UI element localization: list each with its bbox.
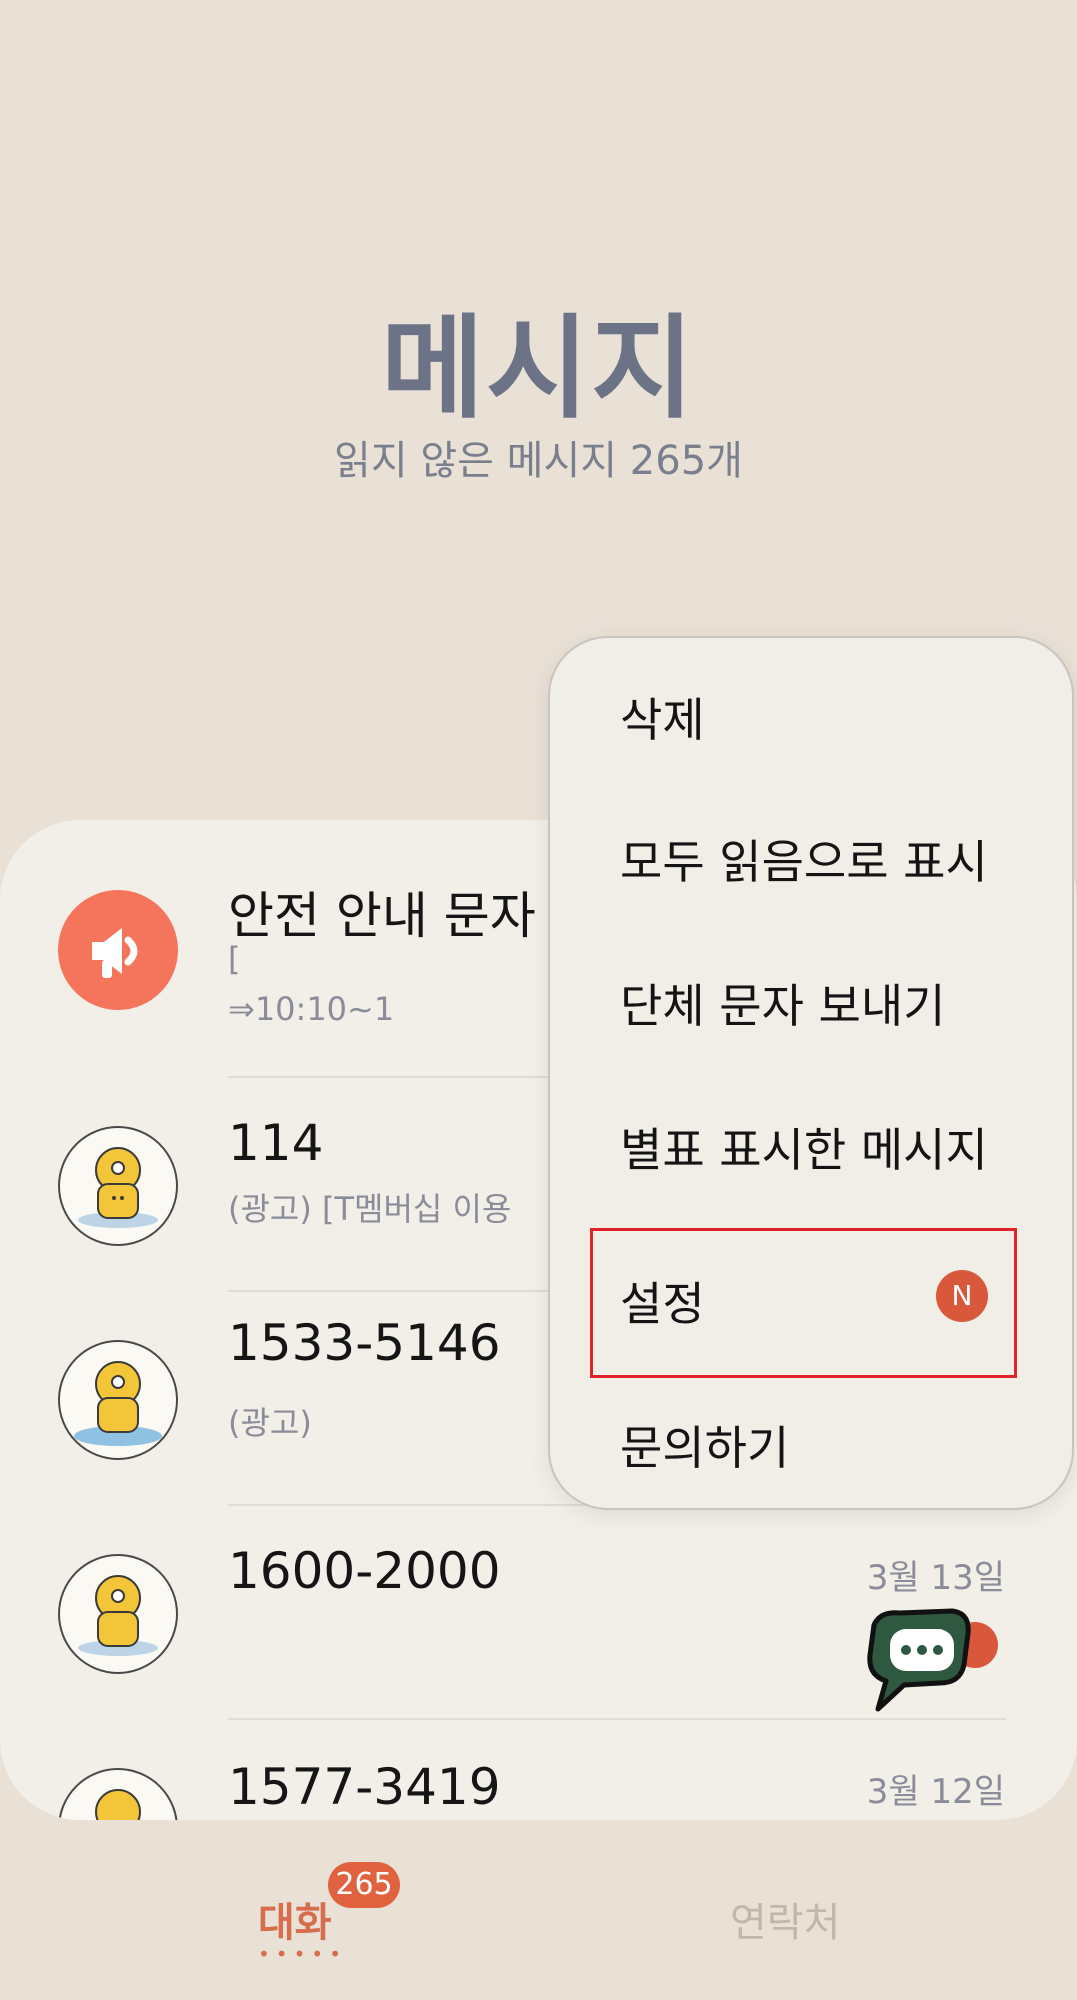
mascot-avatar <box>58 1768 178 1820</box>
menu-item-group-message[interactable]: 단체 문자 보내기 <box>620 970 945 1036</box>
conversation-name: 114 <box>228 1114 324 1172</box>
active-tab-indicator: ••••• <box>258 1942 347 1966</box>
menu-item-mark-all-read[interactable]: 모두 읽음으로 표시 <box>620 826 988 892</box>
menu-item-delete[interactable]: 삭제 <box>620 684 705 750</box>
conversation-date: 3월 13일 <box>866 1558 1005 1598</box>
divider <box>228 1718 1006 1720</box>
megaphone-icon <box>58 890 178 1010</box>
conversation-preview: (광고) <box>228 1404 312 1442</box>
menu-item-starred-messages[interactable]: 별표 표시한 메시지 <box>620 1114 988 1180</box>
tab-contacts[interactable]: 연락처 <box>730 1890 840 1948</box>
conversation-name: 1577-3419 <box>228 1758 501 1816</box>
mascot-avatar <box>58 1126 178 1246</box>
menu-item-contact-us[interactable]: 문의하기 <box>620 1412 789 1478</box>
new-badge: N <box>936 1270 988 1322</box>
conversation-date: 3월 12일 <box>866 1772 1005 1812</box>
mascot-avatar <box>58 1554 178 1674</box>
mascot-avatar <box>58 1340 178 1460</box>
conversation-preview: (광고) [T멤버십 이용 <box>228 1190 512 1228</box>
page-title: 메시지 <box>380 304 697 434</box>
conversation-preview: [ <box>228 940 241 978</box>
bottom-nav: 대화 ••••• 265 연락처 <box>0 1820 1077 2000</box>
unread-badge: 265 <box>328 1862 400 1908</box>
conversation-name: 1600-2000 <box>228 1542 501 1600</box>
unread-count-subtitle: 읽지 않은 메시지 265개 <box>334 438 743 484</box>
overflow-menu: 삭제 모두 읽음으로 표시 단체 문자 보내기 별표 표시한 메시지 설정 N … <box>548 636 1074 1510</box>
conversation-row[interactable]: 1577-3419 3월 12일 <box>0 1722 1077 1820</box>
chat-bubble-icon[interactable] <box>860 1605 980 1715</box>
menu-item-settings[interactable]: 설정 <box>620 1268 705 1334</box>
conversation-preview-line2: ⇒10:10~1 <box>228 990 395 1028</box>
tab-conversations[interactable]: 대화 <box>258 1890 332 1948</box>
conversation-name: 1533-5146 <box>228 1314 501 1372</box>
conversation-name: 안전 안내 문자 <box>228 887 536 945</box>
